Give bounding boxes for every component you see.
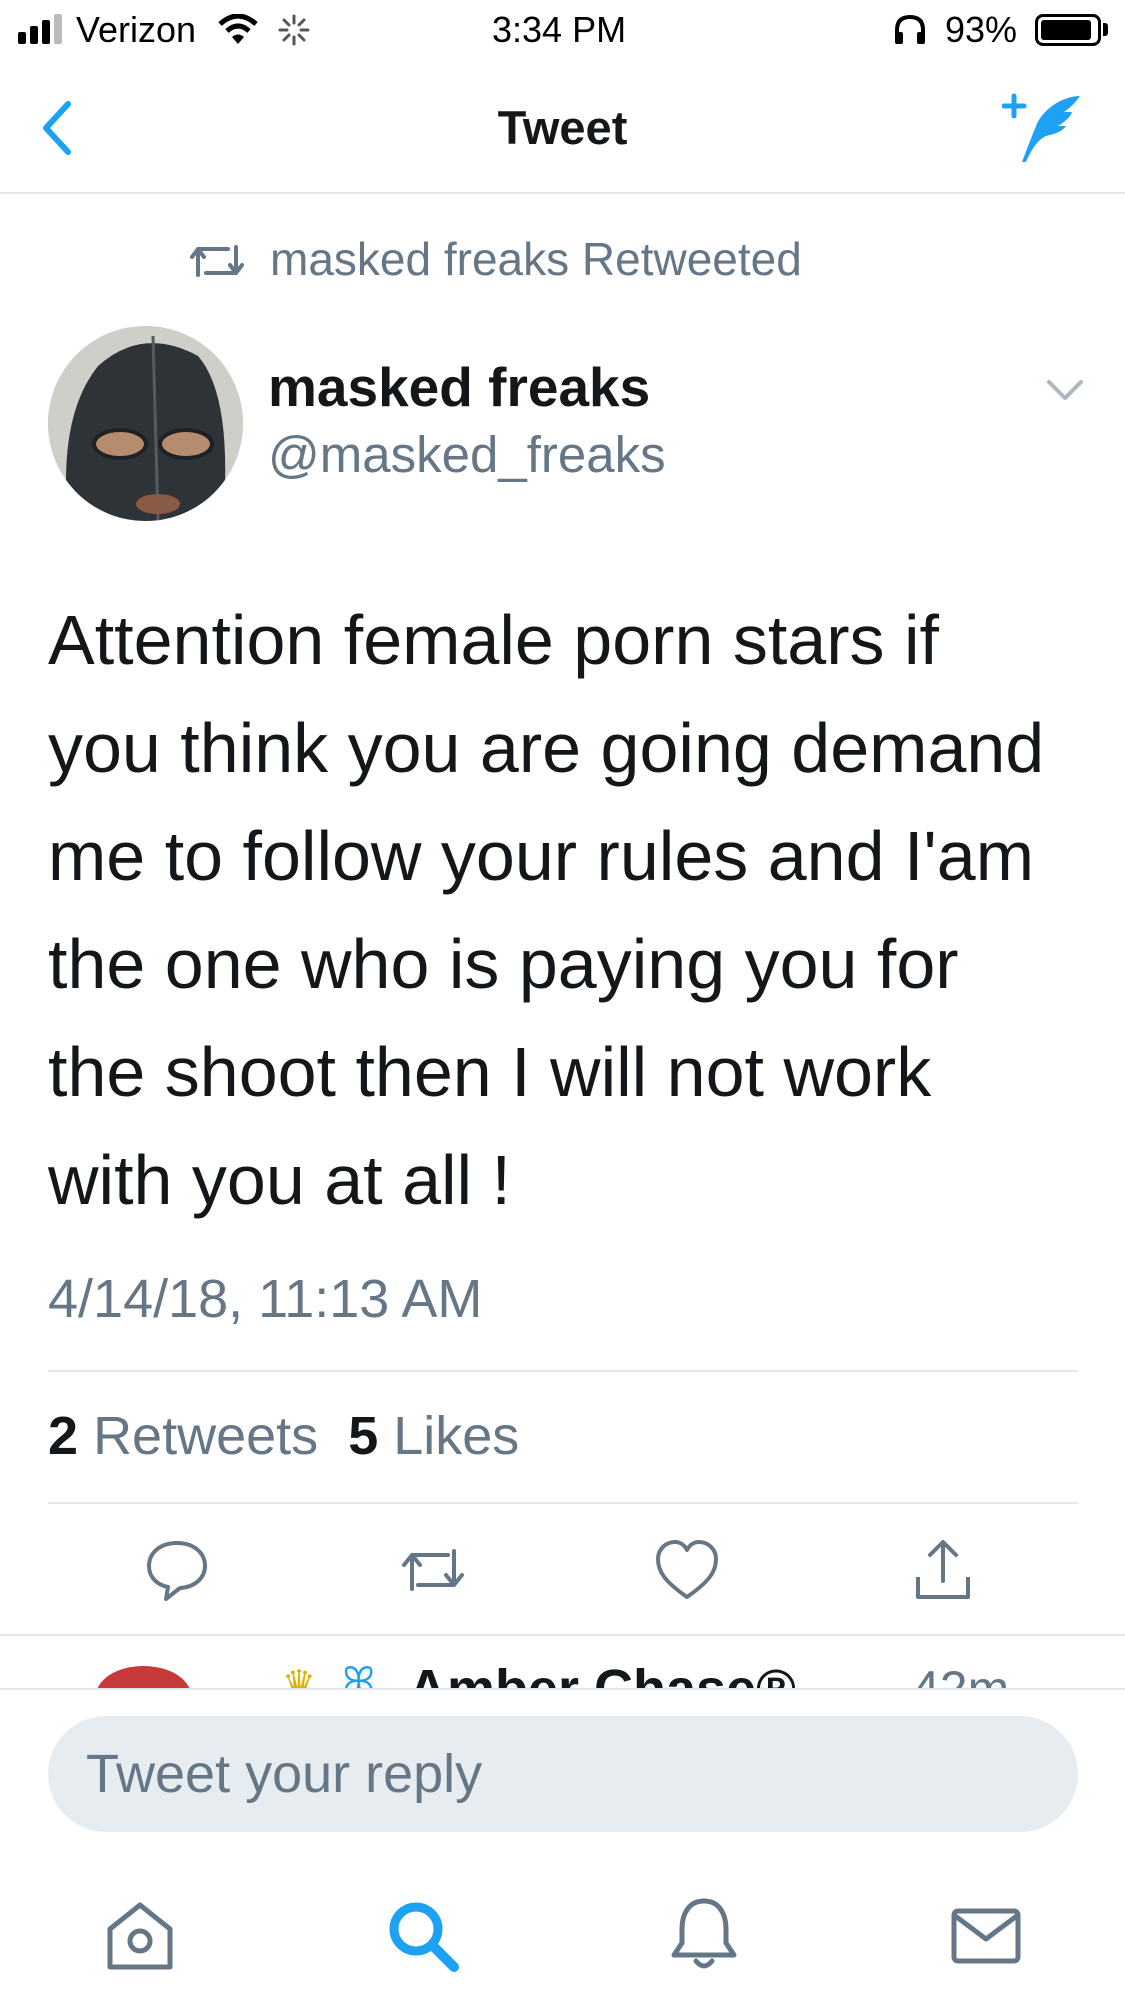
likes-label: Likes xyxy=(393,1406,520,1466)
page-title: Tweet xyxy=(497,101,628,154)
avatar[interactable] xyxy=(48,326,243,521)
carrier-name: Verizon xyxy=(76,9,197,50)
reply-author-name: Amber Chase® xyxy=(408,1659,796,1692)
navigation-bar: Tweet xyxy=(0,62,1125,194)
compose-tweet-icon[interactable] xyxy=(1002,92,1082,164)
chevron-down-icon[interactable] xyxy=(1045,378,1085,404)
user-handle[interactable]: @masked_freaks xyxy=(268,425,666,484)
clock: 3:34 PM xyxy=(492,9,627,50)
home-icon[interactable] xyxy=(100,1895,180,1975)
wifi-icon xyxy=(218,14,258,44)
tweet-stats: 2 Retweets 5 Likes xyxy=(48,1405,519,1467)
retweet-icon[interactable] xyxy=(398,1535,468,1605)
tweet-text: Attention female porn stars if you think… xyxy=(48,601,1045,1219)
share-icon[interactable] xyxy=(908,1535,978,1605)
likes-stat[interactable]: 5 Likes xyxy=(348,1406,519,1466)
battery-icon xyxy=(1035,14,1101,46)
tweet-timestamp: 4/14/18, 11:13 AM xyxy=(48,1269,483,1329)
retweets-stat[interactable]: 2 Retweets xyxy=(48,1406,318,1466)
reply-input[interactable] xyxy=(48,1716,1078,1832)
divider xyxy=(48,1502,1078,1504)
signal-strength-icon xyxy=(18,14,64,44)
divider xyxy=(48,1370,1078,1372)
reply-icon[interactable] xyxy=(142,1535,212,1605)
notifications-icon[interactable] xyxy=(664,1895,744,1975)
headphones-icon xyxy=(895,14,925,44)
search-icon[interactable] xyxy=(382,1895,462,1975)
battery-percentage: 93% xyxy=(945,9,1018,50)
battery-tip xyxy=(1103,23,1108,36)
status-bar: Verizon 3:34 PM 93% xyxy=(0,0,1125,62)
display-name[interactable]: masked freaks xyxy=(268,355,650,419)
retweet-context-label: masked freaks Retweeted xyxy=(270,233,802,285)
retweets-label: Retweets xyxy=(93,1406,319,1466)
likes-count: 5 xyxy=(348,1406,379,1466)
retweet-icon xyxy=(190,245,244,277)
like-icon[interactable] xyxy=(652,1535,722,1605)
loading-spinner-icon xyxy=(278,14,310,46)
retweets-count: 2 xyxy=(48,1406,79,1466)
reply-preview[interactable]: ♛ ꕤ Amber Chase® 42m xyxy=(0,1634,1125,1692)
messages-icon[interactable] xyxy=(946,1895,1026,1975)
avatar-image xyxy=(48,326,243,521)
